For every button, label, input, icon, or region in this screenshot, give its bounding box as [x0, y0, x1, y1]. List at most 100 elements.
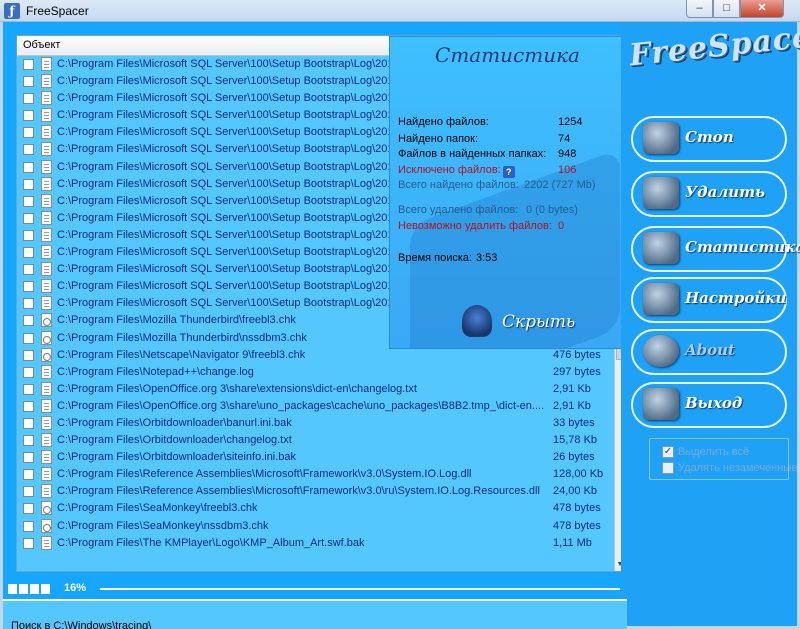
file-row[interactable]: C:\Program Files\Notepad++\change.log 297…: [17, 364, 614, 381]
doc-icon: [41, 159, 52, 174]
row-checkbox[interactable]: [23, 503, 34, 515]
row-checkbox[interactable]: [23, 161, 34, 173]
file-row[interactable]: C:\Program Files\Netscape\Navigator 9\fr…: [17, 347, 614, 364]
stat-excluded-files: Исключено файлов:? 106: [398, 164, 577, 178]
file-size: 2,91 Kb: [553, 382, 591, 395]
row-checkbox[interactable]: [23, 520, 34, 532]
file-row[interactable]: C:\Program Files\SeaMonkey\freebl3.chk 47…: [17, 500, 614, 517]
row-checkbox[interactable]: [23, 349, 34, 361]
delete-unmarked-checkbox[interactable]: [662, 462, 674, 474]
row-checkbox[interactable]: [23, 332, 34, 344]
file-size: 26 bytes: [553, 451, 595, 464]
row-checkbox[interactable]: [23, 435, 34, 447]
row-checkbox[interactable]: [23, 76, 34, 88]
statistics-button[interactable]: Статистика: [627, 224, 800, 274]
settings-button[interactable]: Настройки: [627, 275, 787, 325]
minimize-button[interactable]: –: [686, 0, 713, 18]
column-header-object[interactable]: Объект: [23, 39, 60, 51]
delete-button[interactable]: Удалить: [627, 169, 787, 219]
doc-icon: [41, 484, 52, 499]
file-row[interactable]: C:\Program Files\Orbitdownloader\changel…: [17, 432, 614, 449]
file-path: C:\Program Files\The KMPlayer\Logo\KMP_A…: [57, 536, 365, 549]
file-size: 1,11 Mb: [553, 536, 592, 549]
file-path: C:\Program Files\SeaMonkey\nssdbm3.chk: [57, 519, 269, 532]
help-icon[interactable]: ?: [502, 166, 515, 178]
stat-found-files: Найдено файлов: 1254: [398, 116, 583, 128]
row-checkbox[interactable]: [23, 59, 34, 70]
settings-file-icon: [41, 330, 52, 345]
row-checkbox[interactable]: [23, 127, 34, 139]
row-checkbox[interactable]: [23, 229, 34, 241]
file-size: 476 bytes: [553, 348, 601, 361]
doc-icon: [41, 381, 52, 396]
file-row[interactable]: C:\Program Files\Orbitdownloader\banurl.…: [17, 415, 614, 432]
doc-icon: [41, 433, 52, 448]
about-button[interactable]: About: [627, 327, 787, 377]
main-window: Объект C:\Program Files\Microsoft SQL Se…: [3, 18, 800, 629]
statistics-title: Статистика: [435, 43, 580, 67]
doc-icon: [41, 108, 52, 123]
freespacer-logo: FreeSpacer: [627, 17, 800, 74]
hide-statistics-button[interactable]: Скрыть: [462, 305, 602, 339]
doc-icon: [41, 245, 52, 260]
options-group: ✓ Выделить всё Удалять незамеченные: [649, 438, 797, 480]
row-checkbox[interactable]: [23, 247, 34, 259]
doc-icon: [41, 142, 52, 157]
row-checkbox[interactable]: [23, 469, 34, 481]
row-checkbox[interactable]: [23, 417, 34, 429]
row-checkbox[interactable]: [23, 383, 34, 395]
row-checkbox[interactable]: [23, 281, 34, 293]
file-path: C:\Program Files\Orbitdownloader\siteinf…: [57, 451, 297, 464]
file-path: C:\Program Files\OpenOffice.org 3\share\…: [57, 399, 545, 412]
file-size: 478 bytes: [553, 502, 601, 515]
row-checkbox[interactable]: [23, 110, 34, 122]
stat-cannot-delete: Невозможно удалить файлов: 0: [398, 220, 565, 232]
select-all-checkbox[interactable]: ✓: [662, 446, 674, 458]
row-checkbox[interactable]: [23, 93, 34, 105]
settings-file-icon: [41, 501, 52, 516]
file-row[interactable]: C:\Program Files\OpenOffice.org 3\share\…: [17, 398, 614, 415]
statistics-panel: Статистика Найдено файлов: 1254 Найдено …: [389, 36, 624, 349]
row-checkbox[interactable]: [23, 366, 34, 378]
file-row[interactable]: C:\Program Files\Orbitdownloader\siteinf…: [17, 449, 614, 466]
file-row[interactable]: C:\Program Files\Reference Assemblies\Mi…: [17, 466, 614, 483]
file-size: 128,00 Kb: [553, 468, 604, 481]
row-checkbox[interactable]: [23, 486, 34, 498]
doc-icon: [41, 535, 52, 550]
file-row[interactable]: C:\Program Files\Reference Assemblies\Mi…: [17, 483, 614, 500]
row-checkbox[interactable]: [23, 537, 34, 549]
status-text: Поиск в C:\Windows\tracing\: [11, 620, 152, 629]
file-row[interactable]: C:\Program Files\The KMPlayer\Logo\KMP_A…: [17, 535, 614, 552]
doc-icon: [41, 193, 52, 208]
stat-search-time: Время поиска: 3:53: [398, 252, 498, 264]
file-row[interactable]: C:\Program Files\SeaMonkey\nssdbm3.chk 47…: [17, 518, 614, 535]
file-path: C:\Program Files\SeaMonkey\freebl3.chk: [57, 502, 258, 515]
exit-button[interactable]: Выход: [627, 380, 787, 430]
hide-icon: [462, 305, 492, 337]
progress-segment: [8, 584, 17, 594]
stop-icon: [643, 122, 679, 154]
row-checkbox[interactable]: [23, 400, 34, 412]
row-checkbox[interactable]: [23, 144, 34, 156]
maximize-button[interactable]: □: [713, 0, 740, 18]
row-checkbox[interactable]: [23, 264, 34, 276]
row-checkbox[interactable]: [23, 452, 34, 464]
settings-file-icon: [41, 313, 52, 328]
file-path: C:\Program Files\Netscape\Navigator 9\fr…: [57, 348, 306, 361]
close-button[interactable]: ✕: [740, 0, 784, 18]
doc-icon: [41, 279, 52, 294]
hide-label: Скрыть: [502, 312, 576, 332]
file-row[interactable]: C:\Program Files\OpenOffice.org 3\share\…: [17, 381, 614, 398]
doc-icon: [41, 415, 52, 430]
settings-file-icon: [41, 518, 52, 533]
progress-percent: 16%: [64, 582, 87, 594]
row-checkbox[interactable]: [23, 195, 34, 207]
row-checkbox[interactable]: [23, 315, 34, 327]
row-checkbox[interactable]: [23, 178, 34, 190]
row-checkbox[interactable]: [23, 298, 34, 310]
row-checkbox[interactable]: [23, 212, 34, 224]
stop-button[interactable]: Стоп: [627, 114, 787, 164]
doc-icon: [41, 57, 52, 71]
stat-total-deleted: Всего удалено файлов: 0 (0 bytes): [398, 204, 578, 216]
stat-total-found: Всего найдено файлов: 2202 (727 Mb): [398, 179, 596, 191]
